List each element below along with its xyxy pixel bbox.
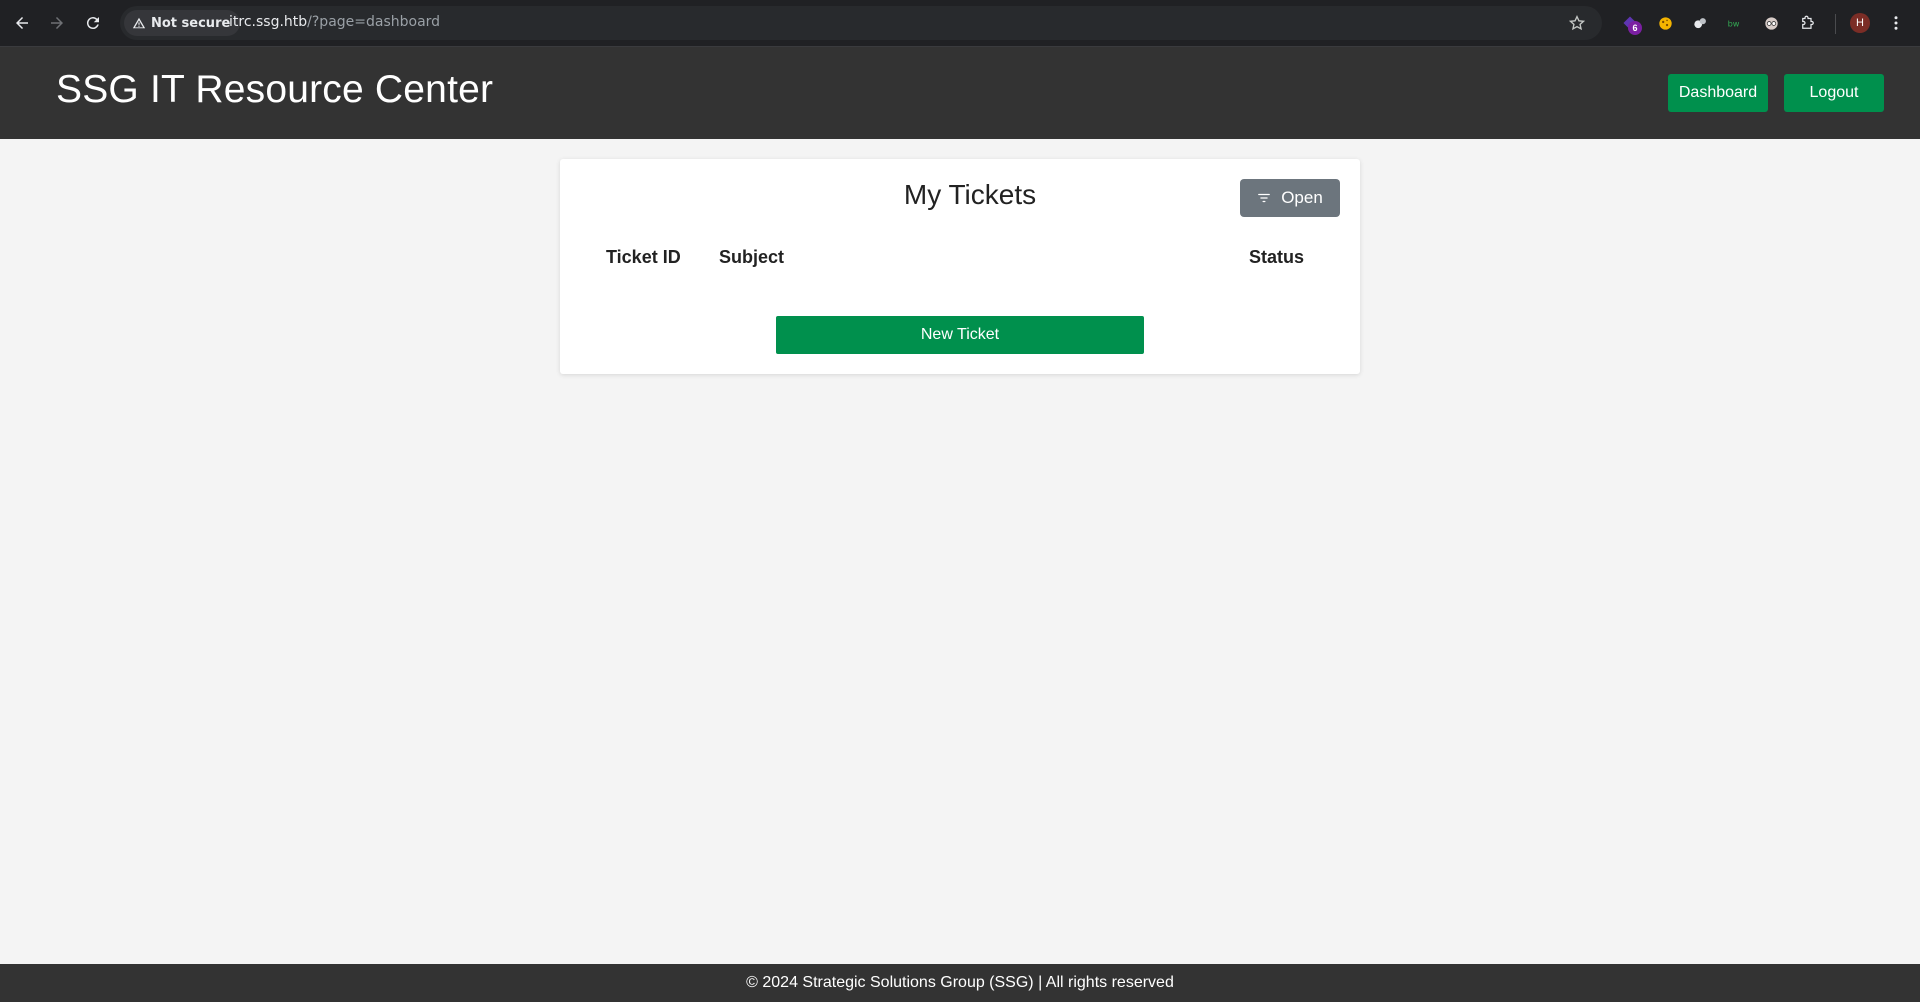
security-label: Not secure bbox=[151, 15, 231, 31]
site-footer: © 2024 Strategic Solutions Group (SSG) |… bbox=[0, 964, 1920, 1002]
more-menu-icon[interactable] bbox=[1886, 13, 1906, 33]
reload-icon[interactable] bbox=[81, 11, 105, 35]
new-ticket-button[interactable]: New Ticket bbox=[776, 316, 1144, 354]
filter-icon bbox=[1258, 193, 1271, 203]
bookmark-star-icon[interactable] bbox=[1568, 14, 1588, 34]
column-header-subject: Subject bbox=[719, 247, 785, 267]
browser-toolbar: Not secure itrc.ssg.htb/?page=dashboard … bbox=[0, 0, 1920, 47]
extension-purple-icon[interactable]: 6 bbox=[1619, 12, 1642, 35]
footer-text: © 2024 Strategic Solutions Group (SSG) |… bbox=[746, 974, 1174, 991]
profile-avatar[interactable]: H bbox=[1850, 13, 1870, 33]
site-title: SSG IT Resource Center bbox=[56, 68, 494, 111]
card-title: My Tickets bbox=[903, 179, 1037, 210]
address-bar[interactable]: Not secure itrc.ssg.htb/?page=dashboard bbox=[120, 6, 1602, 40]
svg-text:bw: bw bbox=[1728, 18, 1740, 28]
extension-badge: 6 bbox=[1628, 21, 1642, 35]
warning-icon bbox=[132, 17, 146, 29]
url-text[interactable]: itrc.ssg.htb/?page=dashboard bbox=[229, 14, 440, 30]
extension-bw-icon[interactable]: bw bbox=[1724, 12, 1746, 34]
extension-glasses-icon[interactable] bbox=[1760, 12, 1782, 34]
toolbar-divider bbox=[1835, 14, 1836, 34]
logout-button[interactable]: Logout bbox=[1784, 74, 1884, 112]
security-chip[interactable]: Not secure bbox=[124, 10, 241, 36]
url-path: /?page=dashboard bbox=[307, 14, 441, 30]
tickets-card: My Tickets Open Ticket ID Subject Status… bbox=[560, 159, 1360, 374]
extension-cookie-icon[interactable] bbox=[1654, 12, 1676, 34]
filter-label: Open bbox=[1281, 188, 1323, 207]
extension-puzzle-bubbles-icon[interactable] bbox=[1689, 12, 1711, 34]
status-filter-button[interactable]: Open bbox=[1240, 179, 1340, 217]
column-header-ticket-id: Ticket ID bbox=[606, 247, 681, 267]
back-icon[interactable] bbox=[10, 11, 34, 35]
site-header: SSG IT Resource Center Dashboard Logout bbox=[0, 47, 1920, 139]
column-header-status: Status bbox=[1249, 247, 1305, 267]
extensions-puzzle-icon[interactable] bbox=[1797, 12, 1819, 34]
forward-icon[interactable] bbox=[45, 11, 69, 35]
dashboard-button[interactable]: Dashboard bbox=[1668, 74, 1768, 112]
url-host: itrc.ssg.htb bbox=[229, 14, 308, 30]
